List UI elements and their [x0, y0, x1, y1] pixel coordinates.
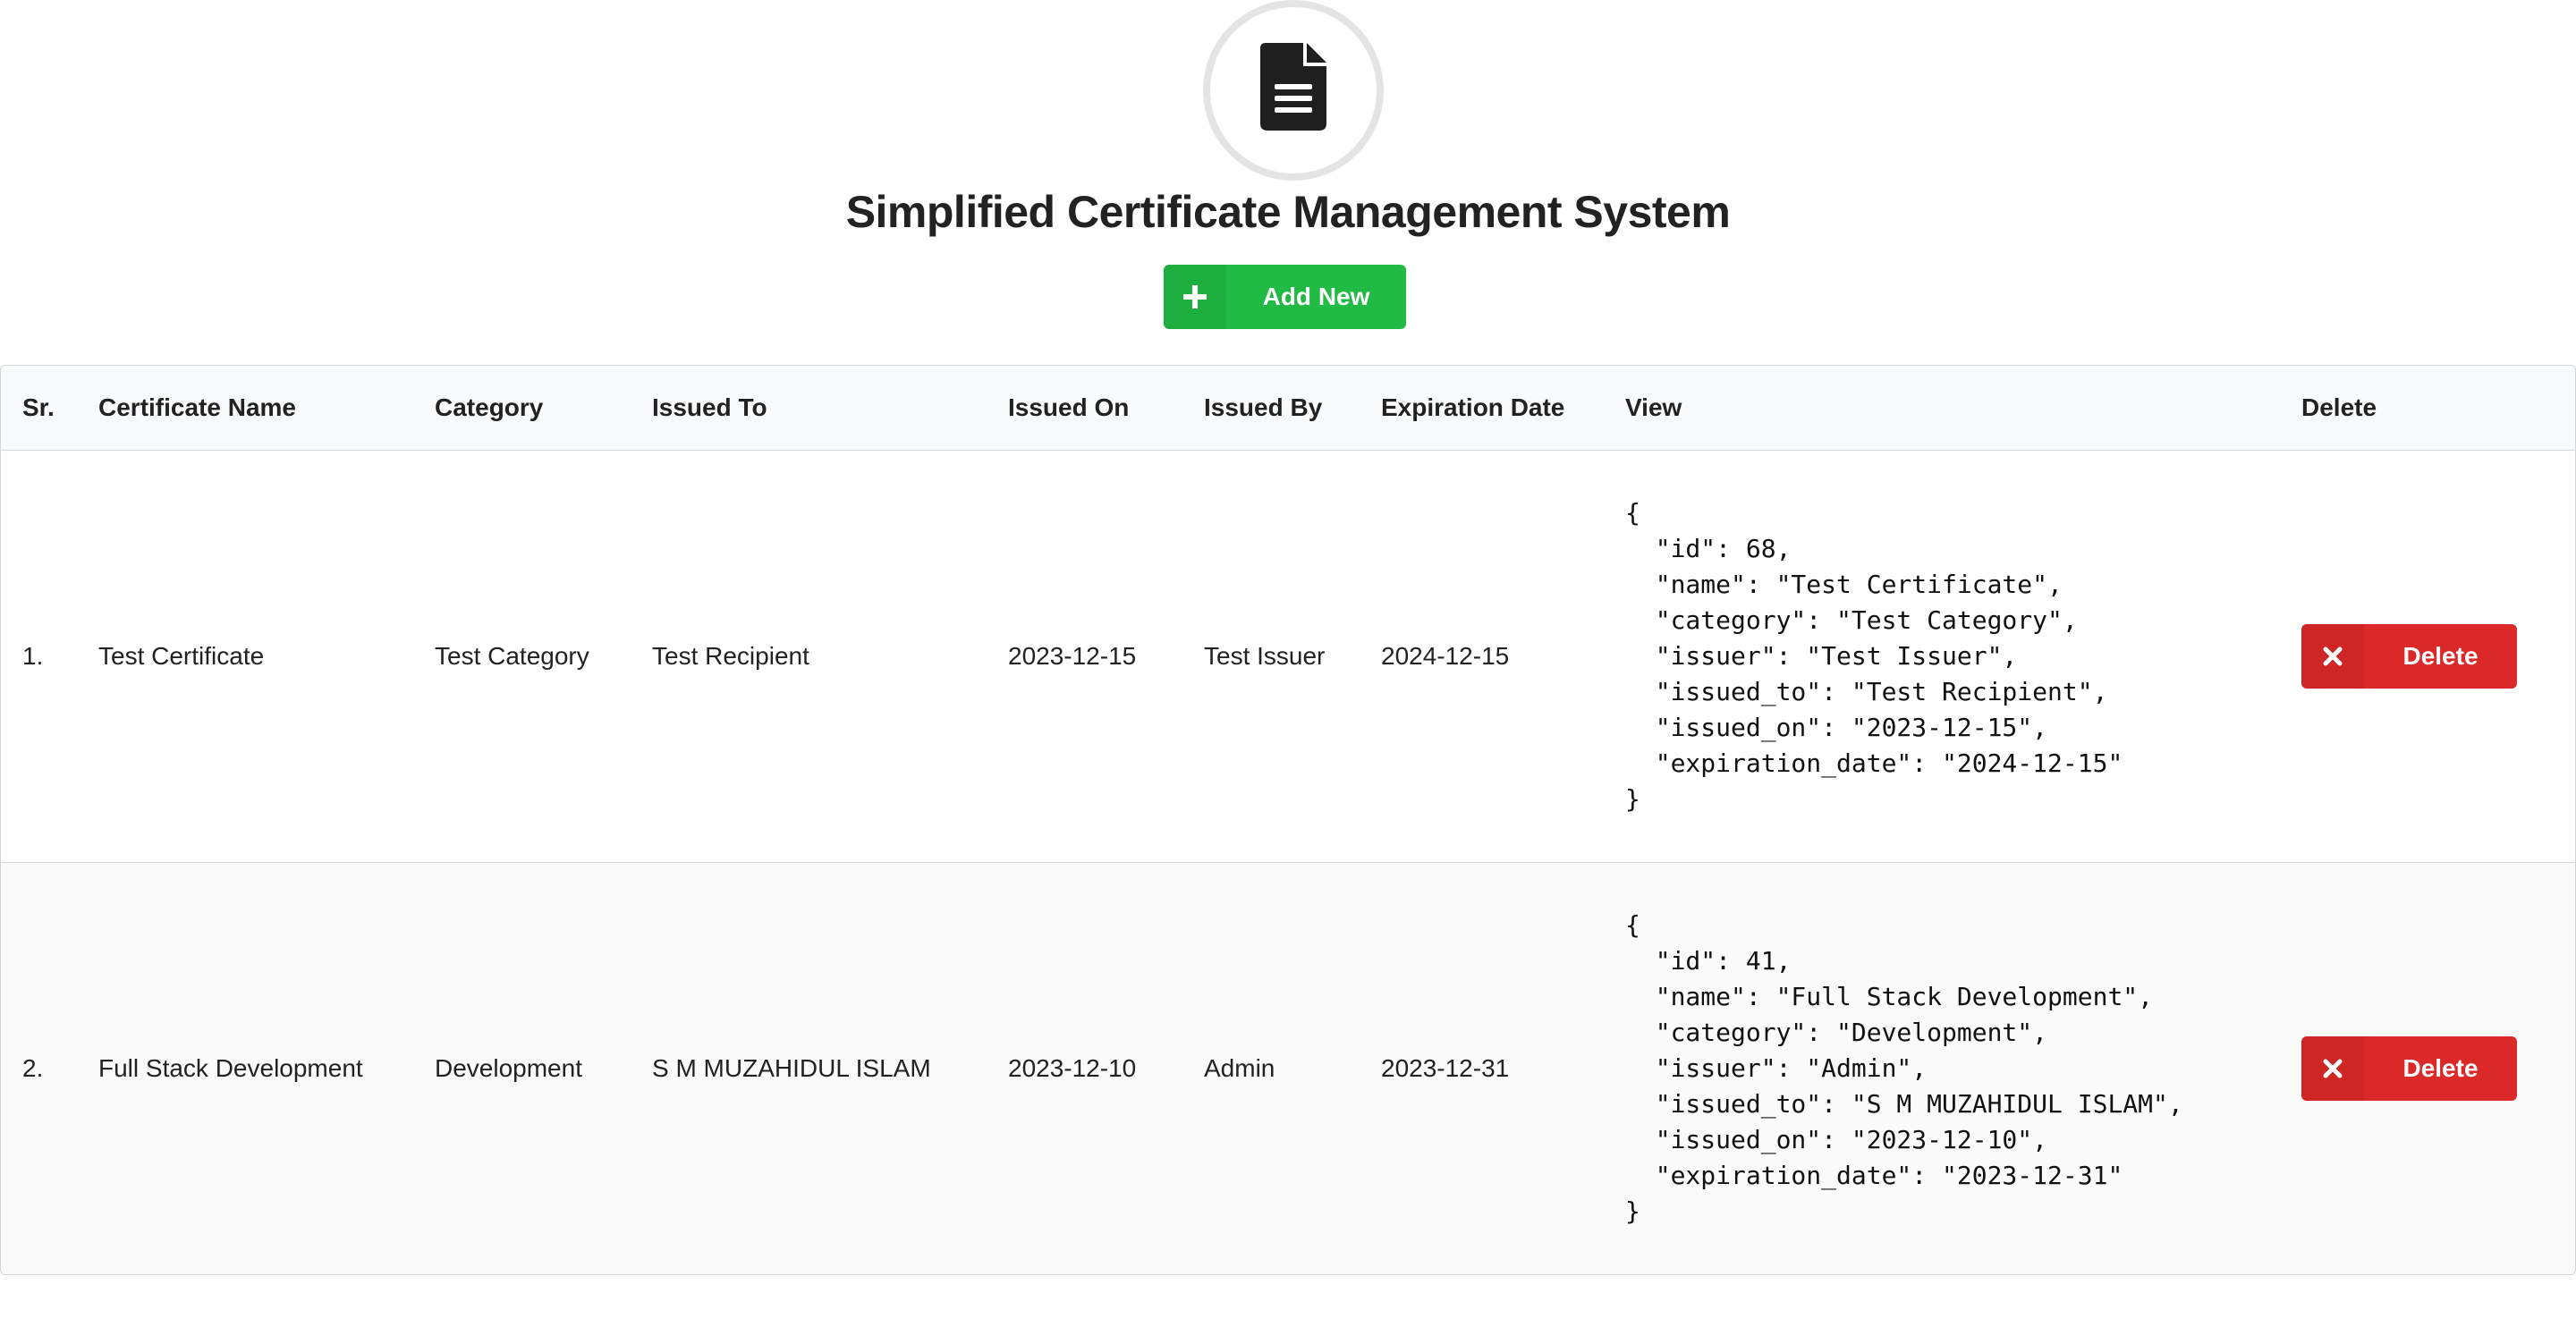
cell-issued-on: 2023-12-15 [1008, 641, 1137, 670]
delete-label: Delete [2402, 641, 2479, 670]
certificate-json-view: { "id": 41, "name": "Full Stack Developm… [1625, 909, 2183, 1226]
cell-issued-by: Admin [1182, 861, 1360, 1274]
page-header: Simplified Certificate Management System… [0, 0, 2576, 365]
table-row: 1. Test Certificate Test Category Test R… [1, 450, 2575, 862]
column-header-certificate-name: Certificate Name [77, 366, 413, 451]
column-header-view: View [1604, 366, 2280, 451]
delete-button[interactable]: Delete [2301, 623, 2517, 689]
column-header-issued-by: Issued By [1182, 366, 1360, 451]
page-title: Simplified Certificate Management System [845, 187, 1731, 237]
column-header-expiration-date: Expiration Date [1360, 366, 1604, 451]
cell-issued-to: S M MUZAHIDUL ISLAM [631, 861, 987, 1274]
delete-label: Delete [2402, 1053, 2479, 1082]
cell-delete: Delete [2280, 450, 2575, 862]
add-new-button[interactable]: Add New [1164, 265, 1406, 329]
cell-issued-to: Test Recipient [652, 641, 809, 670]
column-header-issued-to: Issued To [631, 366, 987, 451]
column-header-sr: Sr. [1, 366, 77, 451]
close-icon [2301, 1035, 2364, 1101]
table-header-row: Sr. Certificate Name Category Issued To … [1, 366, 2575, 451]
logo-badge [1203, 0, 1384, 181]
cell-certificate-name: Test Certificate [98, 641, 265, 670]
cell-issued-by: Test Issuer [1204, 641, 1326, 670]
cell-sr: 2. [1, 861, 77, 1274]
cell-category: Development [413, 861, 631, 1274]
close-icon [2301, 623, 2364, 689]
cell-delete: Delete [2280, 861, 2575, 1274]
certificates-table: Sr. Certificate Name Category Issued To … [0, 365, 2576, 1275]
cell-category: Test Category [435, 641, 589, 670]
cell-expiration-date: 2023-12-31 [1360, 861, 1604, 1274]
certificate-json-view: { "id": 68, "name": "Test Certificate", … [1625, 497, 2123, 814]
plus-icon [1164, 265, 1226, 329]
column-header-category: Category [413, 366, 631, 451]
delete-button[interactable]: Delete [2301, 1035, 2517, 1101]
cell-view: { "id": 41, "name": "Full Stack Developm… [1604, 861, 2280, 1274]
column-header-issued-on: Issued On [987, 366, 1182, 451]
cell-expiration-date: 2024-12-15 [1381, 641, 1510, 670]
file-text-icon [1260, 43, 1326, 131]
cell-certificate-name: Full Stack Development [77, 861, 413, 1274]
cell-view: { "id": 68, "name": "Test Certificate", … [1604, 450, 2280, 862]
cell-sr: 1. [22, 641, 44, 670]
add-new-label: Add New [1262, 283, 1370, 310]
cell-issued-on: 2023-12-10 [987, 861, 1182, 1274]
table-row: 2. Full Stack Development Development S … [1, 861, 2575, 1274]
column-header-delete: Delete [2280, 366, 2575, 451]
